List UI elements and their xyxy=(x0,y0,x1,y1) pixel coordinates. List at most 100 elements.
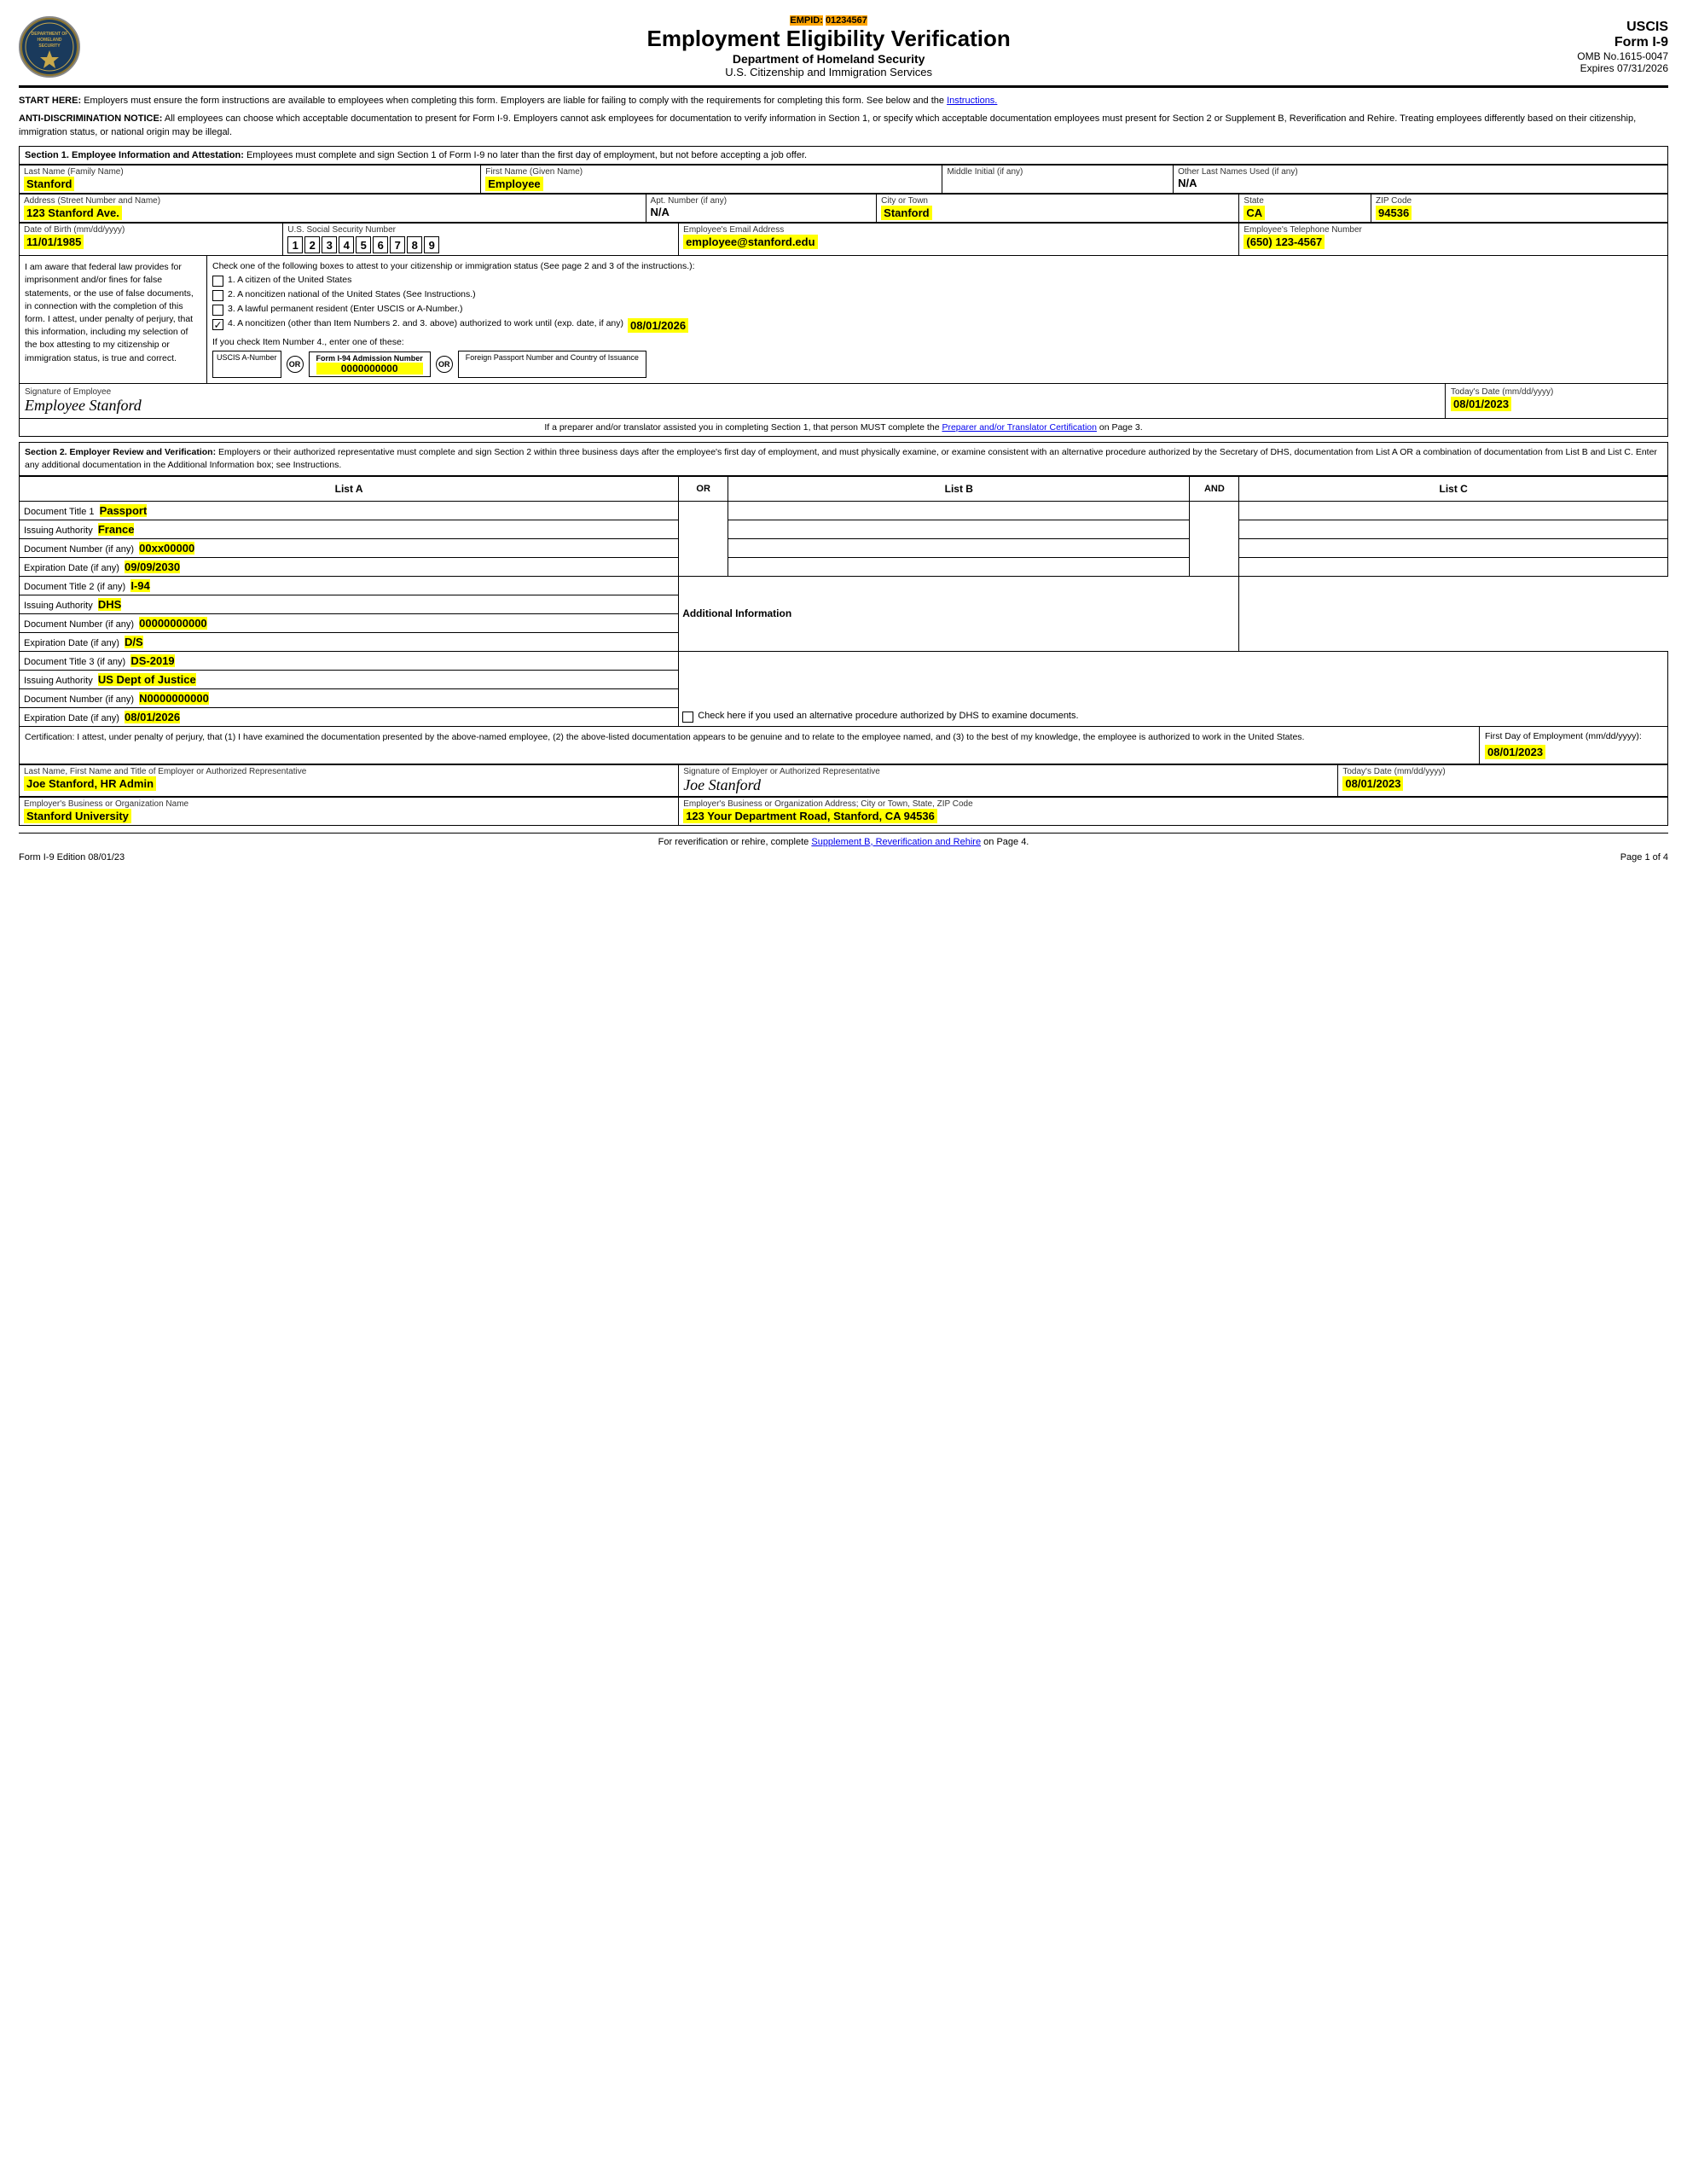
svg-text:SECURITY: SECURITY xyxy=(38,44,61,49)
doc2-title-cell: Document Title 2 (if any) I-94 xyxy=(20,576,679,595)
attestation-left: I am aware that federal law provides for… xyxy=(20,256,207,383)
uscis-number-value xyxy=(217,362,277,375)
page-footer: Form I-9 Edition 08/01/23 Page 1 of 4 xyxy=(19,852,1668,863)
alt-procedure-checkbox[interactable] xyxy=(682,712,693,723)
apt-label: Apt. Number (if any) xyxy=(651,196,872,206)
emp-date-cell: Today's Date (mm/dd/yyyy) 08/01/2023 xyxy=(1338,764,1668,796)
doc1-number-row: Document Number (if any) 00xx00000 xyxy=(20,538,1668,557)
emp-sig-cell: Signature of Employer or Authorized Repr… xyxy=(679,764,1338,796)
anti-discrimination-notice: ANTI-DISCRIMINATION NOTICE: All employee… xyxy=(19,113,1668,139)
first-name-cell: First Name (Given Name) Employee xyxy=(481,166,942,194)
zip-value: 94536 xyxy=(1376,206,1412,220)
doc3-expiry-label: Expiration Date (if any) xyxy=(24,713,119,723)
emp-sig-label: Signature of Employer or Authorized Repr… xyxy=(683,767,1333,776)
header-right: USCIS Form I-9 OMB No.1615-0047 Expires … xyxy=(1577,20,1668,74)
zip-cell: ZIP Code 94536 xyxy=(1371,195,1668,223)
org-info-table: Employer's Business or Organization Name… xyxy=(19,797,1668,826)
doc3-number-label: Document Number (if any) xyxy=(24,694,134,705)
doc3-issuing-value: US Dept of Justice xyxy=(98,673,196,686)
address-label: Address (Street Number and Name) xyxy=(24,196,641,206)
doc1-expiry-label: Expiration Date (if any) xyxy=(24,563,119,573)
dob-cell: Date of Birth (mm/dd/yyyy) 11/01/1985 xyxy=(20,224,283,256)
sig-label: Signature of Employee xyxy=(25,387,1440,397)
phone-label: Employee's Telephone Number xyxy=(1244,225,1663,235)
attestation-row: I am aware that federal law provides for… xyxy=(19,256,1668,384)
org-address-value: 123 Your Department Road, Stanford, CA 9… xyxy=(683,809,937,823)
instructions-link[interactable]: Instructions. xyxy=(947,96,997,106)
signature-row: Signature of Employee Employee Stanford … xyxy=(19,384,1668,419)
additional-info-label: Additional Information xyxy=(682,607,1235,619)
doc2-issuing-cell: Issuing Authority DHS xyxy=(20,595,679,613)
doc3-expiry-value: 08/01/2026 xyxy=(125,711,180,723)
i94-box: Form I-94 Admission Number 0000000000 xyxy=(309,351,431,377)
emp-name-cell: Last Name, First Name and Title of Emplo… xyxy=(20,764,679,796)
doc2-number-value: 00000000000 xyxy=(139,617,207,630)
ssn-d9: 9 xyxy=(424,236,439,253)
apt-cell: Apt. Number (if any) N/A xyxy=(646,195,877,223)
sig-date-value: 08/01/2023 xyxy=(1451,397,1511,411)
doc3-title-value: DS-2019 xyxy=(130,654,174,667)
first-name-label: First Name (Given Name) xyxy=(485,167,937,177)
checkbox-2[interactable] xyxy=(212,290,223,301)
doc2-title-value: I-94 xyxy=(130,579,149,592)
org-address-cell: Employer's Business or Organization Addr… xyxy=(679,797,1668,825)
and-mid-cell xyxy=(1190,501,1239,576)
org-address-label: Employer's Business or Organization Addr… xyxy=(683,799,1663,809)
checkbox-3[interactable] xyxy=(212,305,223,316)
ssn-d7: 7 xyxy=(390,236,405,253)
list-b-number-cell xyxy=(728,538,1190,557)
last-name-value: Stanford xyxy=(24,177,74,191)
col-c-header-cell: List C xyxy=(1239,476,1668,501)
ssn-cell: U.S. Social Security Number 1 2 3 4 5 6 … xyxy=(283,224,679,256)
other-names-label: Other Last Names Used (if any) xyxy=(1178,167,1663,177)
ssn-d2: 2 xyxy=(304,236,320,253)
doc1-issuing-cell: Issuing Authority France xyxy=(20,520,679,538)
checkbox-4[interactable]: ✓ xyxy=(212,319,223,330)
address-value: 123 Stanford Ave. xyxy=(24,206,122,220)
list-b-doc1-title-cell xyxy=(728,501,1190,520)
i94-label: Form I-94 Admission Number xyxy=(316,354,423,363)
ssn-d3: 3 xyxy=(322,236,337,253)
attestation-text: I am aware that federal law provides for… xyxy=(25,262,194,363)
or-circle-2: OR xyxy=(436,356,453,373)
form-number: Form I-9 xyxy=(1577,35,1668,50)
alt-procedure-cell: Check here if you used an alternative pr… xyxy=(679,651,1668,726)
reverif-link[interactable]: Supplement B, Reverification and Rehire xyxy=(811,837,981,847)
cert-text: Certification: I attest, under penalty o… xyxy=(25,732,1304,742)
doc2-title-label: Document Title 2 (if any) xyxy=(24,582,125,592)
phone-value: (650) 123-4567 xyxy=(1244,235,1325,249)
section2-header-rest: Employers or their authorized representa… xyxy=(25,447,1657,470)
doc2-number-cell: Document Number (if any) 00000000000 xyxy=(20,613,679,632)
alt-procedure-text: Check here if you used an alternative pr… xyxy=(698,711,1078,721)
org-name-label: Employer's Business or Organization Name xyxy=(24,799,674,809)
last-name-cell: Last Name (Family Name) Stanford xyxy=(20,166,481,194)
apt-value: N/A xyxy=(651,206,872,218)
preparer-text-1: If a preparer and/or translator assisted… xyxy=(544,422,942,433)
doc1-title-cell: Document Title 1 Passport xyxy=(20,501,679,520)
state-value: CA xyxy=(1244,206,1265,220)
checkbox-1[interactable] xyxy=(212,276,223,287)
empid-row: EMPID: 01234567 xyxy=(97,15,1560,26)
doc2-expiry-label: Expiration Date (if any) xyxy=(24,638,119,648)
emp-name-label: Last Name, First Name and Title of Emplo… xyxy=(24,767,674,776)
ssn-label: U.S. Social Security Number xyxy=(287,225,674,235)
form-edition: Form I-9 Edition 08/01/23 xyxy=(19,852,125,863)
preparer-text-2: on Page 3. xyxy=(1097,422,1143,433)
zip-label: ZIP Code xyxy=(1376,196,1663,206)
doc1-issuing-label: Issuing Authority xyxy=(24,526,93,536)
reverif-text-1: For reverification or rehire, complete xyxy=(658,837,809,847)
ssn-d8: 8 xyxy=(407,236,422,253)
page-number: Page 1 of 4 xyxy=(1620,852,1668,863)
cert-right: First Day of Employment (mm/dd/yyyy): 08… xyxy=(1480,727,1667,764)
preparer-link[interactable]: Preparer and/or Translator Certification xyxy=(942,422,1097,433)
and-header-cell: AND xyxy=(1190,476,1239,501)
doc1-expiry-cell: Expiration Date (if any) 09/09/2030 xyxy=(20,557,679,576)
start-here-label: START HERE: xyxy=(19,96,81,106)
uscis-label: USCIS xyxy=(1577,20,1668,35)
section2-header-bold: Section 2. Employer Review and Verificat… xyxy=(25,447,216,457)
box4-date: 08/01/2026 xyxy=(628,318,688,333)
passport-label: Foreign Passport Number and Country of I… xyxy=(466,353,639,362)
first-name-value: Employee xyxy=(485,177,542,191)
doc1-issuing-row: Issuing Authority France xyxy=(20,520,1668,538)
phone-cell: Employee's Telephone Number (650) 123-45… xyxy=(1239,224,1668,256)
